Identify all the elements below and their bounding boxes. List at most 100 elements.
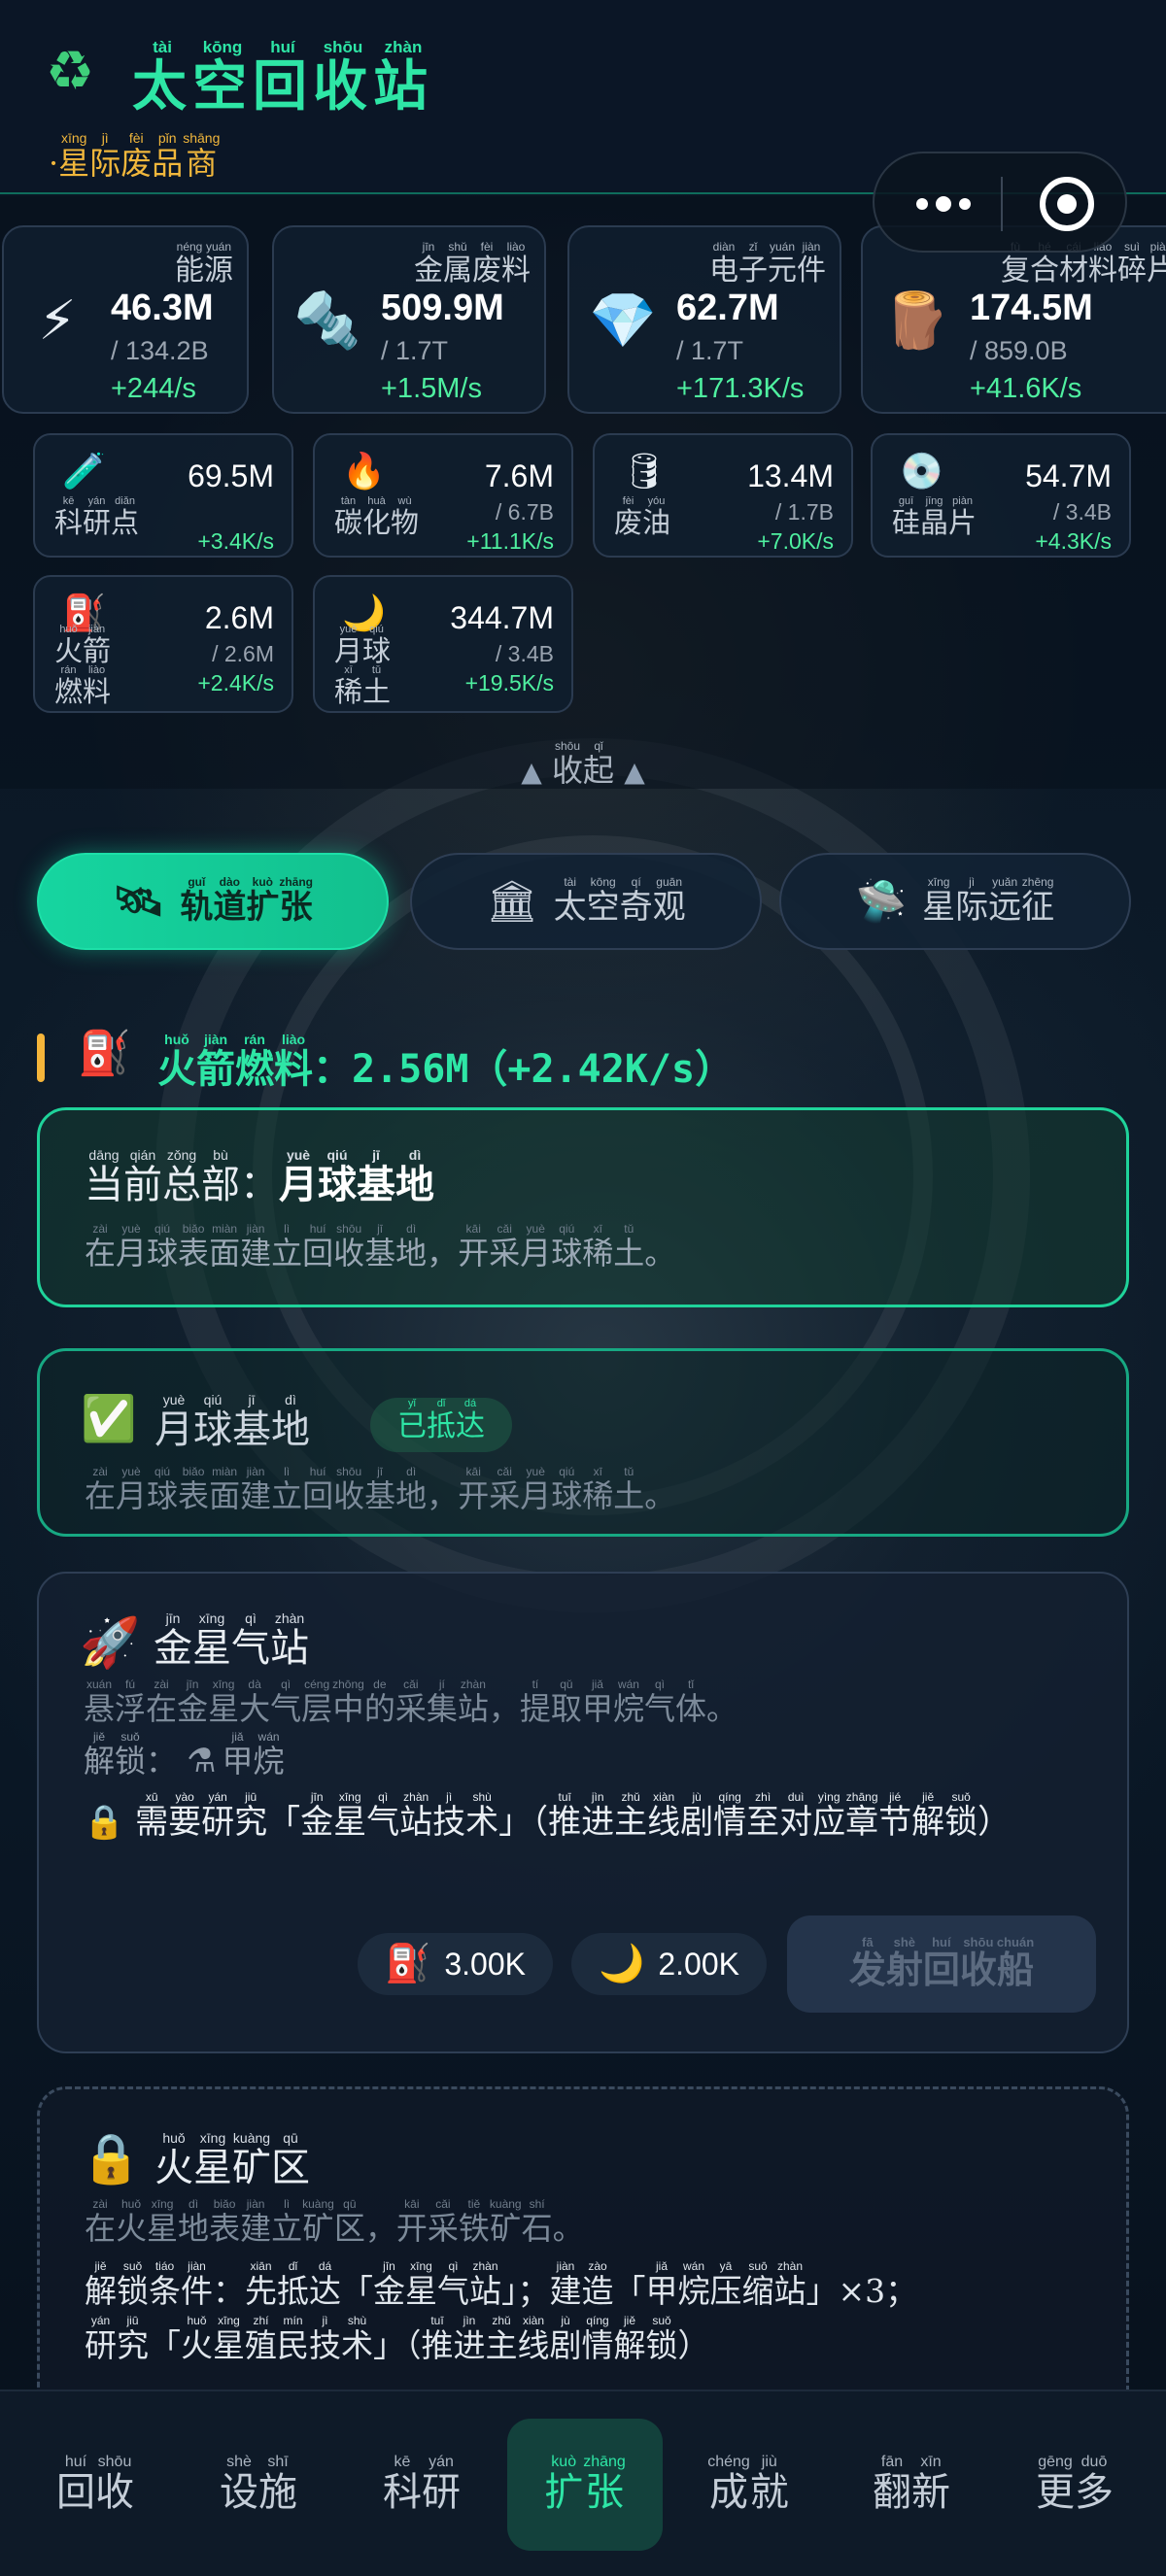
more-menu-button[interactable] [900, 183, 987, 225]
tab-2[interactable]: 🛸 星xīng际jì远yuǎn征zhēng [779, 853, 1131, 950]
resource-capacity: / 1.7T [381, 336, 449, 365]
unlock-resource: 解jiě锁suǒ： ⚗ 甲jiǎ烷wán [84, 1730, 285, 1780]
crescent-moon-icon: 🌙 [599, 1944, 645, 1984]
resource-capacity: / 3.4B [495, 641, 554, 666]
resource-rate: +11.1K/s [466, 528, 554, 554]
launch-recycler-button[interactable]: 发fā 射shè 回huí 收shōu 船chuán [787, 1915, 1096, 2013]
cost-value: 2.00K [658, 1946, 739, 1982]
nav-label: 科kē研yán [383, 2453, 461, 2515]
nav-label: 更gēng多duō [1036, 2453, 1114, 2515]
nav-item-1[interactable]: 设shè施shī [181, 2419, 336, 2551]
rocket-icon: 🚀 [80, 1614, 141, 1671]
resource-name: 碳tàn化huà物wù [334, 495, 420, 539]
resource-capacity: / 1.7B [774, 499, 834, 525]
nav-label: 成chéng就jiù [707, 2453, 789, 2515]
resource-name: 月yuè球qiú稀xī土tǔ [334, 624, 392, 708]
resource-card-small[interactable]: 🔥 碳tàn化huà物wù 7.6M / 6.7B +11.1K/s [313, 433, 573, 558]
nav-item-0[interactable]: 回huí收shōu [17, 2419, 173, 2551]
check-mark-icon: ✅ [81, 1392, 137, 1444]
resource-amount: 174.5M [970, 288, 1093, 328]
test-tube-icon: 🧪 [62, 452, 106, 491]
satellite-icon: 🛰 [113, 877, 165, 925]
resource-card[interactable]: 💎 电diàn子zǐ元yuán件jiàn 62.7M / 1.7T +171.3… [567, 225, 841, 414]
resource-amount: 13.4M [747, 458, 834, 493]
resource-card-small[interactable]: ⛽ 火huǒ箭jiàn燃rán料liào 2.6M / 2.6M +2.4K/s [33, 575, 293, 713]
tab-label: 轨guǐ道dào扩kuò张zhāng [180, 874, 313, 927]
resource-amount: 46.3M [111, 288, 214, 328]
section-tabs: 🛰 轨guǐ道dào扩kuò张zhāng 🏛 太tài空kōng奇qí观guān 🛸… [0, 826, 1166, 962]
classical-building-icon: 🏛 [486, 877, 538, 925]
fuel-pump-icon: ⛽ [78, 1029, 131, 1078]
arrived-badge: 已yǐ抵dǐ达dá [370, 1398, 512, 1452]
fuel-summary-text: 火huǒ箭jiàn燃rán料liào：2.56M（+2.42K/s） [157, 1032, 735, 1092]
resource-amount: 2.6M [204, 600, 274, 635]
nav-item-2[interactable]: 科kē研yán [344, 2419, 499, 2551]
resource-card[interactable]: ⚡ 能néng源yuán 46.3M / 134.2B +244/s [2, 225, 249, 414]
current-hq-title: 当dāng前qián总zǒng部bù：月yuè球qiú基jī地dì [85, 1147, 434, 1207]
app-title: 太tài空kōng回huí收shōu站zhàn [132, 38, 433, 119]
nav-label: 回huí收shōu [56, 2453, 134, 2515]
fuel-summary: ⛽ 火huǒ箭jiàn燃rán料liào：2.56M（+2.42K/s） [37, 1028, 1135, 1092]
recycle-icon: ♻ [45, 40, 95, 103]
tab-1[interactable]: 🏛 太tài空kōng奇qí观guān [410, 853, 762, 950]
venus-station-card: 🚀 金jīn星xīng气qì站zhàn 悬xuán浮fú在zài金jīn星xīn… [37, 1572, 1129, 2053]
cost-value: 3.00K [444, 1946, 526, 1982]
resource-card-small[interactable]: 💿 硅guī晶jīng片piàn 54.7M / 3.4B +4.3K/s [871, 433, 1131, 558]
resource-amount: 69.5M [188, 458, 274, 493]
resource-card[interactable]: 🪵 复fù合hé材cái料liào碎suì片piàn 174.5M / 859.… [861, 225, 1166, 414]
resource-name: 金jīn属shǔ废fèi料liào [414, 240, 531, 288]
mars-mine-title: 火huǒ星xīng矿kuàng区qū [154, 2130, 310, 2190]
lock-icon: 🔒 [81, 2130, 142, 2186]
capsule-divider [1001, 177, 1003, 231]
resource-rate: +4.3K/s [1035, 528, 1112, 554]
nav-label: 设shè施shī [220, 2453, 297, 2515]
moon-base-card[interactable]: ✅ 月yuè球qiú基jī地dì 已yǐ抵dǐ达dá 在zài月yuè球qiú表… [37, 1348, 1129, 1537]
unlock-conditions: 解jiě锁suǒ条tiáo件jiàn：先xiān抵dǐ达dá「金jīn星xīng… [85, 2259, 918, 2364]
lightning-icon: ⚡ [38, 289, 77, 353]
collapse-toggle[interactable]: ▲ 收shōu起qǐ ▲ [0, 739, 1166, 789]
resource-rate: +7.0K/s [757, 528, 834, 554]
mars-mine-description: 在zài火huǒ星xīng地dì表biǎo建jiàn立lì矿kuàng区qū，开… [85, 2197, 584, 2247]
current-hq-card: 当dāng前qián总zǒng部bù：月yuè球qiú基jī地dì 在zài月y… [37, 1107, 1129, 1307]
nav-item-3[interactable]: 扩kuò张zhāng [507, 2419, 663, 2551]
resource-rate: +41.6K/s [970, 373, 1082, 404]
venus-station-title: 金jīn星xīng气qì站zhàn [154, 1610, 309, 1671]
resource-rate: +244/s [111, 373, 196, 404]
venus-station-description: 悬xuán浮fú在zài金jīn星xīng大dà气qì层céng中zhōng的d… [84, 1678, 738, 1727]
nav-item-5[interactable]: 翻fān新xīn [834, 2419, 989, 2551]
resource-card-small[interactable]: 🌙 月yuè球qiú稀xī土tǔ 344.7M / 3.4B +19.5K/s [313, 575, 573, 713]
nav-item-4[interactable]: 成chéng就jiù [670, 2419, 826, 2551]
resource-amount: 509.9M [381, 288, 504, 328]
resource-amount: 62.7M [676, 288, 779, 328]
resource-card-small[interactable]: 🛢 废fèi油yóu 13.4M / 1.7B +7.0K/s [593, 433, 853, 558]
resource-name: 火huǒ箭jiàn燃rán料liào [54, 624, 112, 708]
resource-card[interactable]: 🔩 金jīn属shǔ废fèi料liào 509.9M / 1.7T +1.5M/… [272, 225, 546, 414]
resource-capacity: / 859.0B [970, 336, 1068, 365]
resource-name: 能néng源yuán [175, 240, 233, 288]
close-target-button[interactable] [1040, 177, 1094, 231]
moon-base-title: 月yuè球qiú基jī地dì [154, 1392, 310, 1452]
resource-amount: 54.7M [1025, 458, 1112, 493]
resource-card-small[interactable]: 🧪 科kē研yán点diǎn 69.5M +3.4K/s [33, 433, 293, 558]
resource-rate: +1.5M/s [381, 373, 482, 404]
resource-capacity: / 3.4B [1052, 499, 1112, 525]
nav-item-6[interactable]: 更gēng多duō [997, 2419, 1152, 2551]
tab-label: 太tài空kōng奇qí观guān [553, 874, 686, 927]
fuel-pump-icon: ⛽ [385, 1944, 431, 1984]
research-requirement: 🔒 需xū要yào研yán究jiū「金jīn星xīng气qì站zhàn技jì术s… [84, 1790, 1012, 1842]
accent-bar [37, 1034, 45, 1082]
tab-0[interactable]: 🛰 轨guǐ道dào扩kuò张zhāng [37, 853, 389, 950]
resource-name: 硅guī晶jīng片piàn [892, 495, 977, 539]
nav-label: 扩kuò张zhāng [544, 2453, 626, 2515]
resource-name: 废fèi油yóu [614, 495, 671, 539]
bolt-nut-icon: 🔩 [293, 289, 361, 353]
disc-icon: 💿 [900, 452, 943, 491]
resource-rate: +19.5K/s [464, 670, 554, 695]
diamond-icon: 💎 [589, 289, 657, 353]
fire-icon: 🔥 [342, 452, 386, 491]
nav-label: 翻fān新xīn [873, 2453, 950, 2515]
resource-amount: 7.6M [484, 458, 554, 493]
mars-mine-card: 🔒 火huǒ星xīng矿kuàng区qū 在zài火huǒ星xīng地dì表bi… [37, 2086, 1129, 2397]
cost-chip: 🌙 2.00K [571, 1933, 767, 1995]
flask-icon: ⚗ [187, 1742, 217, 1780]
